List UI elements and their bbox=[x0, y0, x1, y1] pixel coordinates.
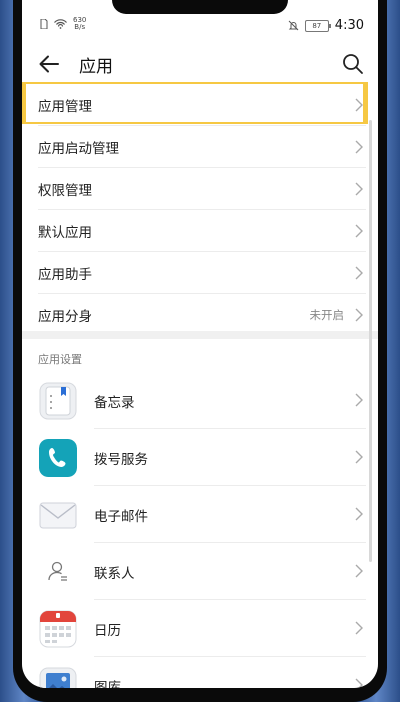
menu-item-app-assistant[interactable]: 应用助手 bbox=[38, 252, 366, 294]
page-title: 应用 bbox=[79, 57, 113, 77]
app-item-label: 联系人 bbox=[94, 565, 135, 582]
menu-item-label: 应用管理 bbox=[38, 98, 92, 115]
app-item-dialer[interactable]: 拨号服务 bbox=[22, 429, 378, 486]
chevron-right-icon bbox=[355, 393, 363, 407]
back-arrow-icon[interactable] bbox=[36, 52, 62, 76]
menu-item-value: 未开启 bbox=[309, 307, 345, 322]
app-item-label: 拨号服务 bbox=[94, 451, 148, 468]
chevron-right-icon bbox=[355, 308, 363, 322]
menu-item-default-apps[interactable]: 默认应用 bbox=[38, 210, 366, 252]
chevron-right-icon bbox=[355, 140, 363, 154]
app-item-memo[interactable]: 备忘录 bbox=[22, 372, 378, 429]
menu-item-label: 应用分身 bbox=[38, 308, 92, 325]
gallery-icon bbox=[39, 667, 77, 688]
battery-indicator: 87 bbox=[304, 19, 331, 32]
app-settings-list: 备忘录 拨号服务 电子邮件 联系人 日历 图库 bbox=[22, 372, 378, 688]
camera-notch bbox=[112, 0, 288, 14]
menu-item-startup-management[interactable]: 应用启动管理 bbox=[38, 126, 366, 168]
menu-item-label: 权限管理 bbox=[38, 182, 92, 199]
chevron-right-icon bbox=[355, 564, 363, 578]
chevron-right-icon bbox=[355, 450, 363, 464]
mail-icon bbox=[39, 502, 77, 528]
section-title: 应用设置 bbox=[38, 353, 82, 366]
phone-icon bbox=[39, 438, 77, 477]
chevron-right-icon bbox=[355, 98, 363, 112]
mute-icon bbox=[288, 20, 299, 31]
chevron-right-icon bbox=[355, 621, 363, 635]
menu-item-label: 应用助手 bbox=[38, 266, 92, 283]
wifi-icon bbox=[54, 19, 67, 29]
menu-item-app-management[interactable]: 应用管理 bbox=[38, 84, 366, 126]
app-item-label: 电子邮件 bbox=[94, 508, 148, 525]
network-speed: 630 B/s bbox=[73, 16, 87, 31]
app-item-label: 图库 bbox=[94, 679, 121, 689]
menu-item-permissions[interactable]: 权限管理 bbox=[38, 168, 366, 210]
app-item-label: 日历 bbox=[94, 622, 121, 639]
sim-icon bbox=[40, 19, 48, 29]
calendar-icon bbox=[39, 610, 77, 647]
app-item-calendar[interactable]: 日历 bbox=[22, 600, 378, 657]
chevron-right-icon bbox=[355, 182, 363, 196]
search-icon[interactable] bbox=[340, 51, 366, 77]
app-item-gallery[interactable]: 图库 bbox=[22, 657, 378, 688]
menu-item-label: 默认应用 bbox=[38, 224, 92, 241]
app-item-contacts[interactable]: 联系人 bbox=[22, 543, 378, 600]
contacts-icon bbox=[48, 561, 67, 581]
app-item-label: 备忘录 bbox=[94, 394, 135, 411]
chevron-right-icon bbox=[355, 507, 363, 521]
settings-list: 应用管理 应用启动管理 权限管理 默认应用 应用助手 应用分身 未开启 bbox=[22, 84, 378, 335]
chevron-right-icon bbox=[355, 224, 363, 238]
chevron-right-icon bbox=[355, 266, 363, 280]
app-item-email[interactable]: 电子邮件 bbox=[22, 486, 378, 543]
chevron-right-icon bbox=[355, 678, 363, 688]
app-bar: 应用 bbox=[22, 42, 378, 86]
phone-screen: 630 B/s 87 4:30 应用 应用管理 应用启动管理 权限管理 默认应用… bbox=[22, 0, 378, 688]
scrollbar[interactable] bbox=[369, 120, 372, 562]
memo-icon bbox=[39, 382, 77, 419]
menu-item-label: 应用启动管理 bbox=[38, 140, 119, 157]
section-divider bbox=[22, 331, 378, 339]
clock: 4:30 bbox=[334, 18, 364, 33]
menu-item-app-twin[interactable]: 应用分身 未开启 bbox=[38, 294, 366, 335]
